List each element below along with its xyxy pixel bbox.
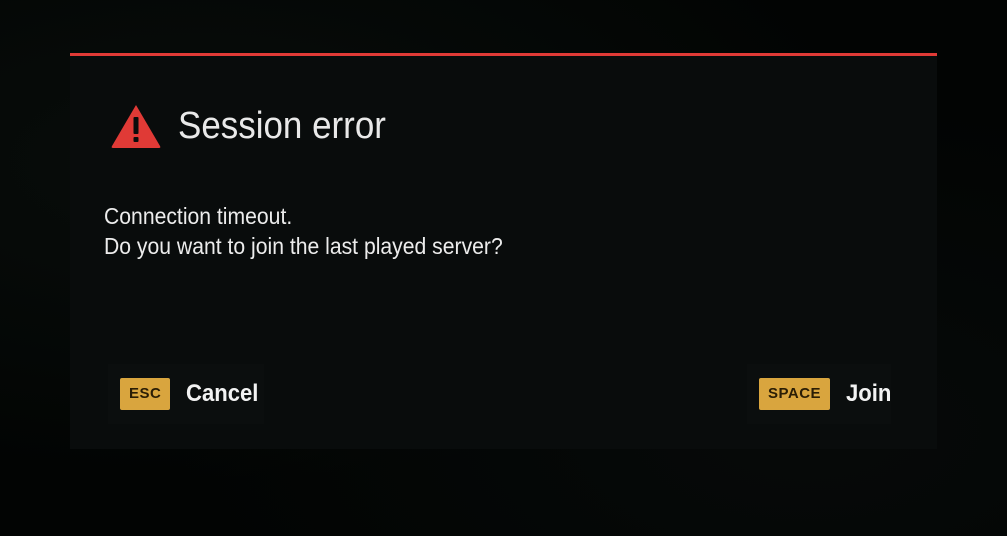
cancel-button[interactable]: ESC Cancel [108,364,264,424]
join-label: Join [846,380,892,407]
esc-key-badge: ESC [120,378,171,410]
message-line-1: Connection timeout. [104,203,293,229]
warning-triangle-icon [111,105,161,148]
dialog-header: Session error [110,101,404,151]
session-error-dialog: Session error Connection timeout. Do you… [70,53,937,449]
dialog-message: Connection timeout. Do you want to join … [104,201,503,261]
join-button[interactable]: SPACE Join [747,364,891,424]
message-line-2: Do you want to join the last played serv… [104,233,503,259]
cancel-label: Cancel [186,380,259,407]
space-key-badge: SPACE [759,378,831,410]
dialog-title: Session error [178,104,386,147]
